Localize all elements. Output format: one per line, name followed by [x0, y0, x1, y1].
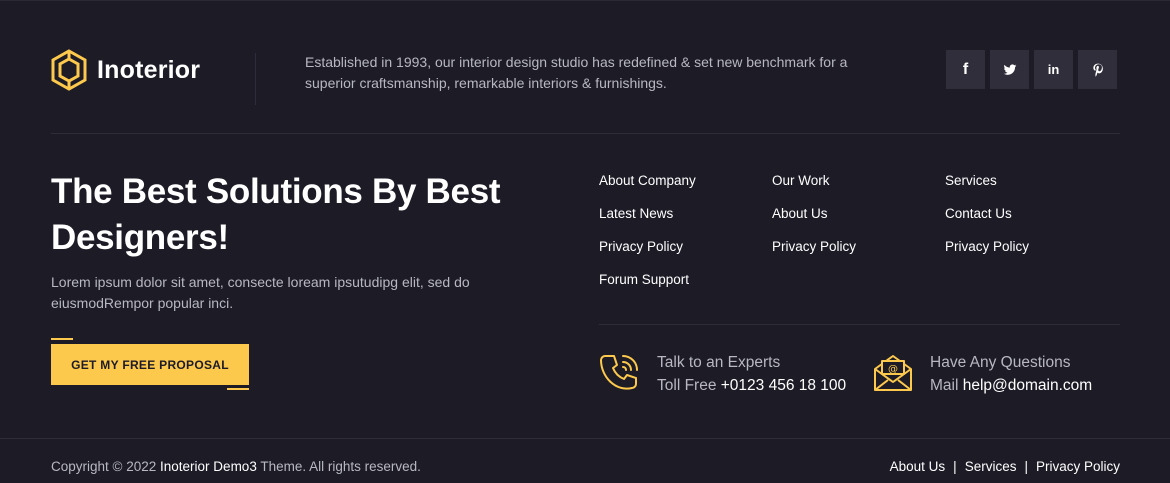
- cta-accent-line-bottom: [227, 388, 249, 390]
- link-about-company[interactable]: About Company: [599, 172, 772, 189]
- links-divider: [599, 324, 1120, 325]
- mail-icon: @: [874, 355, 912, 391]
- contact-email-line: Mail help@domain.com: [930, 374, 1092, 398]
- copyright-brand[interactable]: Inoterior Demo3: [160, 459, 257, 474]
- footer-headline: The Best Solutions By Best Designers!: [51, 172, 501, 257]
- copyright-suffix: Theme. All rights reserved.: [260, 459, 421, 474]
- pinterest-button[interactable]: [1078, 50, 1117, 89]
- site-footer: Inoterior Established in 1993, our inter…: [0, 0, 1170, 483]
- link-column-3: Services Contact Us Privacy Policy: [945, 172, 1118, 304]
- contact-email: @ Have Any Questions Mail help@domain.co…: [872, 352, 1092, 398]
- linkedin-icon: in: [1047, 62, 1060, 77]
- link-column-2: Our Work About Us Privacy Policy: [772, 172, 945, 304]
- footer-link-columns: About Company Latest News Privacy Policy…: [599, 172, 1118, 304]
- bottom-divider: [0, 438, 1170, 439]
- bottom-link-privacy-policy[interactable]: Privacy Policy: [1036, 459, 1120, 474]
- link-contact-us[interactable]: Contact Us: [945, 205, 1118, 222]
- top-divider: [51, 133, 1120, 134]
- brand-logo[interactable]: Inoterior: [51, 49, 200, 91]
- linkedin-button[interactable]: in: [1034, 50, 1073, 89]
- copyright: Copyright © 2022 Inoterior Demo3 Theme. …: [51, 459, 421, 474]
- contact-phone-title: Talk to an Experts: [657, 354, 781, 371]
- contact-email-text: Have Any Questions Mail help@domain.com: [930, 352, 1092, 398]
- about-text: Established in 1993, our interior design…: [305, 54, 848, 91]
- contact-phone-line: Toll Free +0123 456 18 100: [657, 374, 846, 398]
- contact-email-title: Have Any Questions: [930, 354, 1071, 371]
- separator: |: [1024, 459, 1028, 474]
- contact-phone-text: Talk to an Experts Toll Free +0123 456 1…: [657, 352, 846, 398]
- facebook-button[interactable]: f: [946, 50, 985, 89]
- pinterest-icon: [1092, 63, 1103, 77]
- separator: |: [953, 459, 957, 474]
- facebook-icon: f: [962, 60, 969, 78]
- hexagon-logo-icon: [51, 49, 87, 91]
- link-privacy-policy[interactable]: Privacy Policy: [772, 238, 945, 255]
- brand-name: Inoterior: [97, 55, 201, 84]
- link-forum-support[interactable]: Forum Support: [599, 271, 772, 288]
- link-privacy-policy[interactable]: Privacy Policy: [945, 238, 1118, 255]
- social-links: f in: [946, 50, 1117, 89]
- vertical-divider: [255, 53, 256, 105]
- link-privacy-policy[interactable]: Privacy Policy: [599, 238, 772, 255]
- cta-accent-line-top: [51, 338, 73, 340]
- contact-email-address[interactable]: help@domain.com: [963, 377, 1092, 394]
- twitter-button[interactable]: [990, 50, 1029, 89]
- svg-text:@: @: [888, 364, 898, 375]
- bottom-link-services[interactable]: Services: [965, 459, 1017, 474]
- contact-email-prefix: Mail: [930, 377, 959, 394]
- link-services[interactable]: Services: [945, 172, 1118, 189]
- contact-phone: Talk to an Experts Toll Free +0123 456 1…: [599, 352, 846, 398]
- cta-wrapper: GET MY FREE PROPOSAL: [51, 338, 251, 390]
- phone-icon: [600, 355, 638, 390]
- copyright-prefix: Copyright © 2022: [51, 459, 157, 474]
- link-latest-news[interactable]: Latest News: [599, 205, 772, 222]
- twitter-icon: [1003, 63, 1016, 75]
- contact-phone-prefix: Toll Free: [657, 377, 717, 394]
- footer-description: Lorem ipsum dolor sit amet, consecte lor…: [51, 274, 470, 311]
- bottom-link-about-us[interactable]: About Us: [890, 459, 946, 474]
- link-about-us[interactable]: About Us: [772, 205, 945, 222]
- link-our-work[interactable]: Our Work: [772, 172, 945, 189]
- contact-phone-number[interactable]: +0123 456 18 100: [721, 377, 846, 394]
- free-proposal-button[interactable]: GET MY FREE PROPOSAL: [51, 344, 249, 385]
- bottom-links: About Us | Services | Privacy Policy: [890, 459, 1120, 474]
- link-column-1: About Company Latest News Privacy Policy…: [599, 172, 772, 304]
